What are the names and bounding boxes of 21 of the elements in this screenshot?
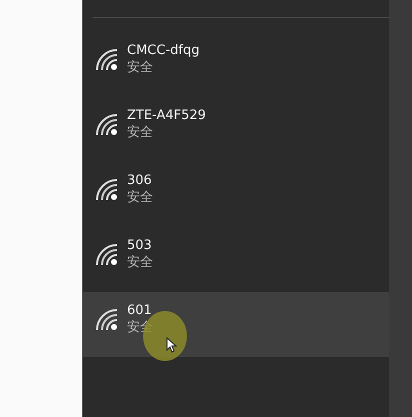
network-item[interactable]: CMCC-dfqg 安全 — [83, 32, 389, 97]
network-status: 安全 — [127, 59, 153, 76]
network-name: 601 — [127, 302, 152, 319]
network-status: 安全 — [127, 189, 153, 206]
wifi-icon — [95, 48, 119, 72]
network-item[interactable]: 306 安全 — [83, 162, 389, 227]
network-name: 306 — [127, 172, 152, 189]
wifi-icon — [95, 113, 119, 137]
wifi-icon — [95, 308, 119, 332]
wifi-icon — [95, 178, 119, 202]
network-name: ZTE-A4F529 — [127, 107, 206, 124]
network-item[interactable]: ZTE-A4F529 安全 — [83, 97, 389, 162]
network-status: 安全 — [127, 319, 153, 336]
network-name: CMCC-dfqg — [127, 42, 200, 59]
cursor-icon — [166, 337, 177, 353]
wifi-icon — [95, 243, 119, 267]
network-item[interactable]: 601 安全 — [83, 292, 389, 357]
network-item[interactable]: 503 安全 — [83, 227, 389, 292]
network-name: 503 — [127, 237, 152, 254]
network-status: 安全 — [127, 254, 153, 271]
network-status: 安全 — [127, 124, 153, 141]
